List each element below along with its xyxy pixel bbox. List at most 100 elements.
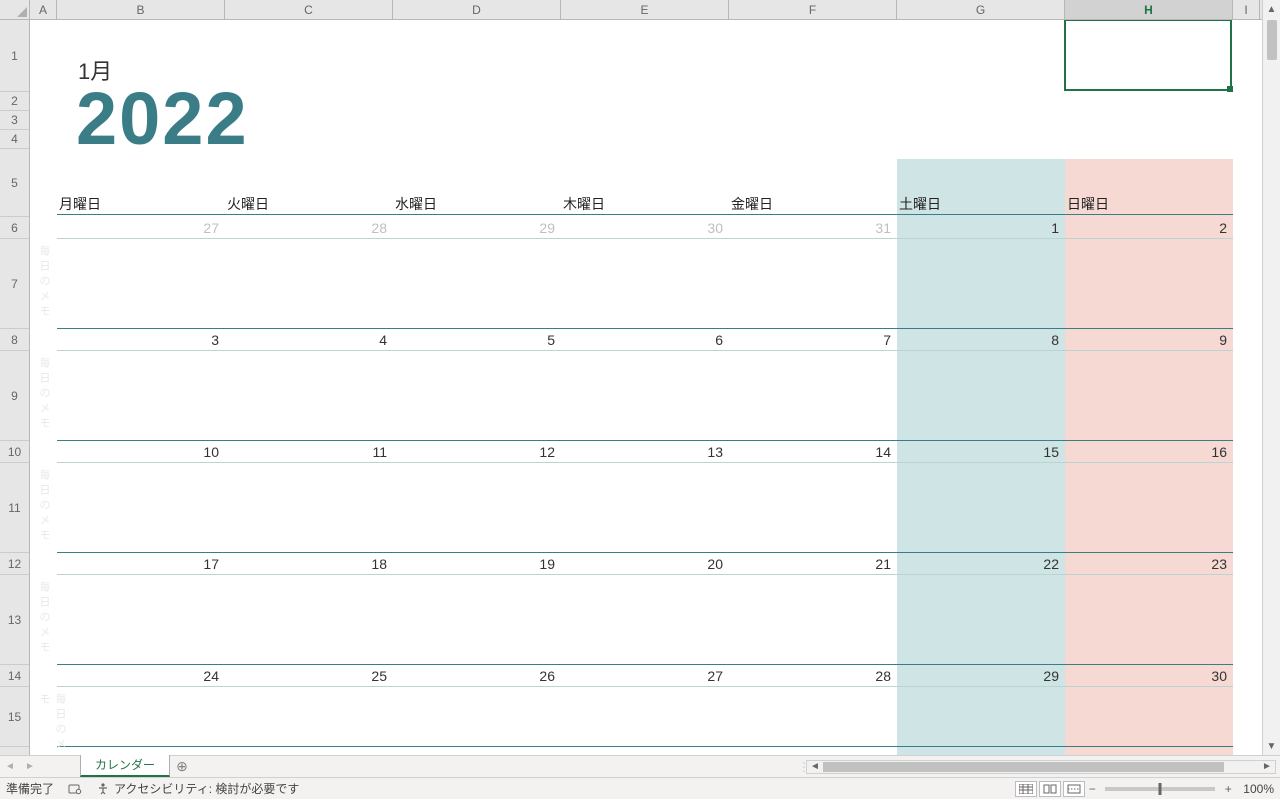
calendar-day[interactable]: 30 [561, 217, 729, 239]
column-header[interactable]: H [1065, 0, 1233, 19]
calendar-day[interactable]: 20 [561, 553, 729, 575]
row-header[interactable]: 8 [0, 329, 29, 351]
calendar-day[interactable]: 8 [897, 329, 1065, 351]
calendar-note-cell[interactable] [1065, 463, 1233, 553]
calendar-note-cell[interactable] [897, 239, 1065, 329]
calendar-day[interactable]: 3 [57, 329, 225, 351]
calendar-day[interactable]: 5 [393, 329, 561, 351]
calendar-note-cell[interactable] [225, 351, 393, 441]
calendar-day[interactable]: 25 [225, 665, 393, 687]
calendar-note-cell[interactable] [225, 239, 393, 329]
calendar-day[interactable]: 27 [561, 665, 729, 687]
calendar-note-cell[interactable] [897, 687, 1065, 747]
scroll-up-arrow-icon[interactable]: ▲ [1263, 0, 1280, 18]
row-header[interactable]: 3 [0, 111, 29, 130]
calendar-note-cell[interactable] [57, 351, 225, 441]
cells-canvas[interactable]: 1月 2022 月曜日火曜日水曜日木曜日金曜日土曜日日曜日27282930311… [30, 20, 1262, 755]
calendar-note-cell[interactable] [729, 239, 897, 329]
column-header[interactable]: G [897, 0, 1065, 19]
calendar-day[interactable]: 13 [561, 441, 729, 463]
calendar-note-cell[interactable] [729, 463, 897, 553]
row-header[interactable]: 14 [0, 665, 29, 687]
accessibility-status[interactable]: アクセシビリティ: 検討が必要です [96, 780, 299, 797]
row-header[interactable]: 11 [0, 463, 29, 553]
calendar-note-cell[interactable] [729, 351, 897, 441]
calendar-day[interactable]: 28 [729, 665, 897, 687]
row-header[interactable]: 1 [0, 20, 29, 92]
row-header[interactable]: 5 [0, 149, 29, 217]
calendar-note-cell[interactable] [393, 463, 561, 553]
scroll-down-arrow-icon[interactable]: ▼ [1263, 737, 1280, 755]
column-header[interactable]: A [30, 0, 57, 19]
calendar-day[interactable]: 29 [393, 217, 561, 239]
zoom-out-button[interactable]: − [1085, 782, 1099, 796]
calendar-note-cell[interactable] [393, 575, 561, 665]
zoom-slider[interactable] [1105, 787, 1215, 791]
calendar-note-cell[interactable] [561, 239, 729, 329]
zoom-slider-thumb[interactable] [1159, 783, 1162, 795]
row-header[interactable]: 2 [0, 92, 29, 111]
view-page-break-button[interactable] [1063, 781, 1085, 797]
calendar-note-cell[interactable] [1065, 239, 1233, 329]
calendar-note-cell[interactable] [393, 351, 561, 441]
calendar-day[interactable]: 18 [225, 553, 393, 575]
sheet-tab-active[interactable]: カレンダー [80, 753, 170, 777]
row-header[interactable]: 13 [0, 575, 29, 665]
calendar-day[interactable]: 30 [1065, 665, 1233, 687]
calendar-day[interactable]: 17 [57, 553, 225, 575]
calendar-note-cell[interactable] [393, 687, 561, 747]
calendar-day[interactable]: 12 [393, 441, 561, 463]
calendar-day[interactable]: 6 [561, 329, 729, 351]
vertical-scroll-thumb[interactable] [1267, 20, 1277, 60]
view-page-layout-button[interactable] [1039, 781, 1061, 797]
row-header[interactable]: 4 [0, 130, 29, 149]
calendar-note-cell[interactable] [561, 687, 729, 747]
column-header[interactable]: F [729, 0, 897, 19]
tab-split-handle[interactable]: ⋮ [798, 760, 806, 774]
column-header[interactable]: B [57, 0, 225, 19]
calendar-note-cell[interactable] [57, 687, 225, 747]
calendar-day[interactable]: 16 [1065, 441, 1233, 463]
calendar-note-cell[interactable] [57, 575, 225, 665]
column-headers[interactable]: ABCDEFGHI [0, 0, 1262, 20]
calendar-day[interactable]: 31 [729, 217, 897, 239]
calendar-day[interactable]: 22 [897, 553, 1065, 575]
calendar-day[interactable]: 24 [57, 665, 225, 687]
calendar-day[interactable]: 1 [897, 217, 1065, 239]
calendar-day[interactable]: 4 [225, 329, 393, 351]
calendar-note-cell[interactable] [225, 575, 393, 665]
calendar-note-cell[interactable] [393, 239, 561, 329]
calendar-day[interactable]: 27 [57, 217, 225, 239]
calendar-day[interactable]: 7 [729, 329, 897, 351]
calendar-note-cell[interactable] [561, 575, 729, 665]
horizontal-scroll-thumb[interactable] [823, 762, 1224, 772]
calendar-note-cell[interactable] [729, 575, 897, 665]
row-header[interactable]: 9 [0, 351, 29, 441]
calendar-note-cell[interactable] [897, 351, 1065, 441]
calendar-day[interactable]: 10 [57, 441, 225, 463]
tab-nav-prev-icon[interactable]: ◄ [0, 756, 20, 777]
tab-nav-next-icon[interactable]: ► [20, 756, 40, 777]
calendar-note-cell[interactable] [225, 463, 393, 553]
row-header[interactable]: 15 [0, 687, 29, 747]
calendar-day[interactable]: 2 [1065, 217, 1233, 239]
calendar-note-cell[interactable] [57, 463, 225, 553]
calendar-note-cell[interactable] [1065, 351, 1233, 441]
select-all-corner[interactable] [0, 0, 30, 19]
column-header[interactable]: E [561, 0, 729, 19]
scroll-right-arrow-icon[interactable]: ► [1259, 761, 1275, 772]
macro-recorder[interactable] [68, 782, 82, 796]
calendar-day[interactable]: 19 [393, 553, 561, 575]
calendar-note-cell[interactable] [729, 687, 897, 747]
calendar-day[interactable]: 11 [225, 441, 393, 463]
column-header[interactable]: I [1233, 0, 1260, 19]
new-sheet-button[interactable]: ⊕ [170, 756, 194, 777]
calendar-day[interactable]: 28 [225, 217, 393, 239]
horizontal-scrollbar[interactable]: ◄ ► [806, 760, 1276, 774]
calendar-note-cell[interactable] [225, 687, 393, 747]
calendar-note-cell[interactable] [897, 463, 1065, 553]
row-headers[interactable]: 123456789101112131415 [0, 20, 30, 755]
row-header[interactable]: 6 [0, 217, 29, 239]
calendar-note-cell[interactable] [1065, 687, 1233, 747]
calendar-note-cell[interactable] [561, 351, 729, 441]
